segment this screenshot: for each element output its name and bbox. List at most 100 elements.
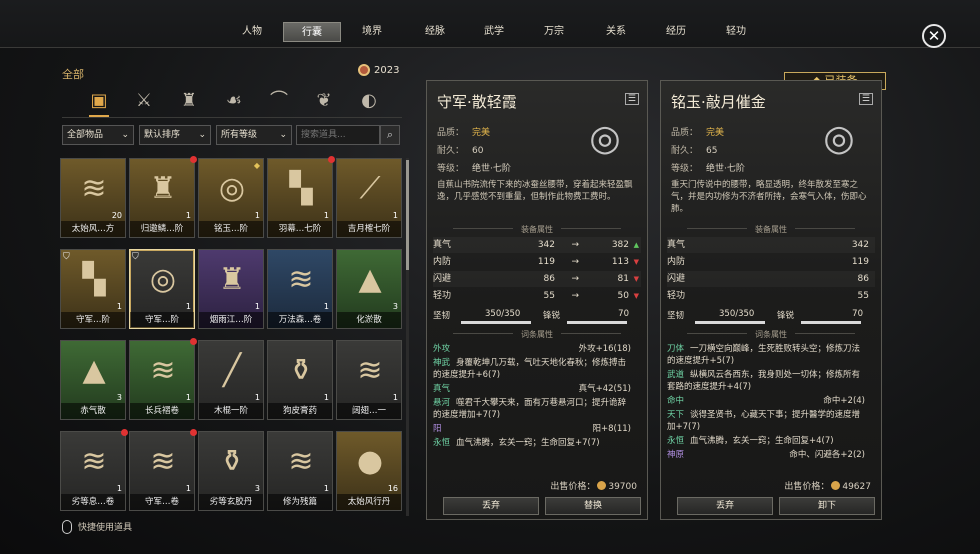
tag-row: 命中 命中+2(4) — [667, 396, 865, 406]
scroll-icon: ≋ — [357, 353, 383, 388]
inventory-slot[interactable]: ⚱ 3 劣等玄胶丹 — [198, 431, 264, 511]
item-name: 铭玉…阶 — [199, 221, 263, 237]
item-name: 化淤散 — [337, 312, 401, 328]
grade-row: 等级： 绝世·七阶 — [437, 164, 511, 174]
discard-button[interactable]: 丢弃 — [443, 497, 539, 515]
attr-row: 内防 119 — [667, 257, 869, 267]
tag-row: 神武 身覆乾坤几万载，气吐天地化春秋；修炼搏击的速度提升+6(7) — [433, 358, 627, 380]
item-count: 1 — [392, 393, 398, 402]
item-name: 烟雨江…阶 — [199, 312, 263, 328]
search-icon[interactable]: ⌕ — [380, 125, 400, 145]
belt-icon: ◎ — [823, 118, 855, 159]
weapon-icon[interactable]: ⚔ — [129, 86, 159, 116]
inventory-slot[interactable]: ≋ 1 阔翅…一 — [336, 340, 402, 420]
equip-tag-icon: ⛉ — [132, 252, 139, 262]
inventory-slot[interactable]: ◎ 1 守军…阶 ⛉ — [129, 249, 195, 329]
item-count: 20 — [111, 211, 122, 220]
bag-icon[interactable]: ▣ — [84, 86, 114, 117]
item-count: 1 — [116, 302, 122, 311]
inventory-slot[interactable]: ♜ 1 归遨鳞…阶 — [129, 156, 197, 238]
item-name: 万法森…卷 — [268, 312, 332, 328]
inventory-slot[interactable]: ⚱ 1 狗皮膏药 — [267, 340, 333, 420]
item-type-filter[interactable]: 全部物品 ⌄ — [62, 125, 134, 145]
equip-attrs-header: 装备属性 — [661, 224, 881, 235]
unequip-button[interactable]: 卸下 — [779, 497, 875, 515]
category-tabs: ▣ ⚔ ♜ ☙ ⌒ ❦ ◐ — [62, 86, 402, 118]
equip-tag-icon: ⛉ — [63, 252, 70, 262]
scroll-icon[interactable]: ☙ — [219, 86, 249, 116]
discard-button[interactable]: 丢弃 — [677, 497, 773, 515]
scroll-icon: ≋ — [81, 444, 107, 479]
attr-row: 真气 342 → 382 ▲ — [433, 237, 641, 253]
inventory-slot[interactable]: ≋ 1 劣等息…卷 — [60, 429, 128, 511]
scroll-icon: ≋ — [150, 444, 176, 479]
inventory-slot[interactable]: ▲ 3 化淤散 — [336, 249, 402, 329]
mouse-icon — [62, 520, 72, 534]
grade-row: 等级： 绝世·七阶 — [671, 164, 745, 174]
tab-0[interactable]: 人物 — [238, 22, 266, 42]
armor-icon[interactable]: ♜ — [174, 86, 204, 116]
belt-icon: ◎ — [589, 118, 621, 159]
item-count: 1 — [185, 393, 191, 402]
tab-5[interactable]: 万宗 — [540, 22, 568, 42]
item-name: 修为残篇 — [268, 494, 332, 510]
search-input[interactable] — [296, 125, 380, 145]
selected-item-panel: 守军·散轻霞 ☰ ◎ 品质： 完美 耐久： 60 等级： 绝世·七阶 自蕉山书院流传下… — [426, 80, 648, 520]
inventory-slot[interactable]: ╱ 1 木棍一阶 — [198, 340, 264, 420]
tag-row: 永恒 血气沸腾，玄关一窍；生命回复+4(7) — [667, 436, 834, 446]
inventory-slot[interactable]: ≋ 20 太始风…方 — [60, 158, 126, 238]
new-dot — [190, 429, 197, 436]
grade-filter[interactable]: 所有等级 ⌄ — [216, 125, 292, 145]
herb-icon[interactable]: ❦ — [309, 86, 339, 116]
tab-4[interactable]: 武学 — [480, 22, 508, 42]
attr-row: 真气 342 — [667, 237, 875, 253]
pot-icon: ⚱ — [219, 444, 245, 479]
inventory-slot[interactable]: ● 16 太始风行丹 — [336, 431, 402, 511]
inventory-slot[interactable]: ♜ 1 烟雨江…阶 — [198, 249, 264, 329]
item-title: 守军·散轻霞 — [437, 93, 517, 111]
inventory-slot[interactable]: ▚ 1 羽幕…七阶 — [267, 156, 335, 238]
item-name: 归遨鳞…阶 — [130, 221, 194, 237]
boots-icon: ▚ — [289, 171, 313, 206]
spear-icon: ⟋ — [359, 171, 381, 206]
bookmark-icon[interactable]: ☰ — [858, 93, 873, 105]
inventory-slot[interactable]: ▲ 3 赤气散 — [60, 340, 126, 420]
item-count: 1 — [254, 211, 260, 220]
belt-icon: ◎ — [218, 171, 246, 206]
inventory-slot[interactable]: ≋ 1 守军…卷 — [129, 429, 197, 511]
scrollbar[interactable] — [406, 158, 409, 516]
bookmark-icon[interactable]: ☰ — [624, 93, 639, 105]
inventory-slot[interactable]: ◎ 1 铭玉…阶 ◆ — [198, 158, 264, 238]
inventory-slot[interactable]: ≋ 1 长兵褶卷 — [129, 338, 197, 420]
hat-icon[interactable]: ⌒ — [264, 86, 294, 116]
replace-button[interactable]: 替换 — [545, 497, 641, 515]
toughness-row: 坚韧 350/350 锋锐 70 — [433, 309, 641, 327]
attr-row: 轻功 55 — [667, 291, 869, 301]
pill-icon[interactable]: ◐ — [354, 86, 384, 116]
pot-icon: ⚱ — [288, 353, 314, 388]
tab-7[interactable]: 经历 — [662, 22, 690, 42]
coin-icon — [831, 481, 841, 490]
currency: 2023 — [358, 64, 399, 76]
equip-attrs-header: 装备属性 — [427, 224, 647, 235]
durability-row: 耐久： 65 — [671, 146, 718, 156]
tab-1[interactable]: 行囊 — [283, 22, 341, 42]
coin-icon — [358, 64, 370, 76]
quality-row: 品质： 完美 — [671, 128, 725, 138]
tag-row: 神原 命中、闪避各+2(2) — [667, 450, 865, 460]
equipped-mark: ◆ — [253, 161, 260, 170]
tab-6[interactable]: 关系 — [602, 22, 630, 42]
inventory-slot[interactable]: ≋ 1 万法森…卷 — [267, 249, 333, 329]
tab-8[interactable]: 轻功 — [722, 22, 750, 42]
inventory-slot[interactable]: ▚ 1 守军…阶 ⛉ — [60, 249, 126, 329]
attr-row: 闪避 86 — [667, 271, 875, 287]
tab-3[interactable]: 经脉 — [421, 22, 449, 42]
close-icon[interactable]: ✕ — [922, 24, 946, 48]
top-nav: 人物 行囊 境界 经脉 武学 万宗 关系 经历 轻功 — [0, 0, 980, 48]
inventory-slot[interactable]: ⟋ 1 吉月榷七阶 — [336, 158, 402, 238]
tag-row: 刀体 一刀横空向巅峰，生死胜败转头空；修炼刀法的速度提升+5(7) — [667, 344, 861, 366]
item-count: 1 — [185, 211, 191, 220]
sort-filter[interactable]: 默认排序 ⌄ — [139, 125, 211, 145]
tab-2[interactable]: 境界 — [358, 22, 386, 42]
inventory-slot[interactable]: ≋ 1 修为残篇 — [267, 431, 333, 511]
